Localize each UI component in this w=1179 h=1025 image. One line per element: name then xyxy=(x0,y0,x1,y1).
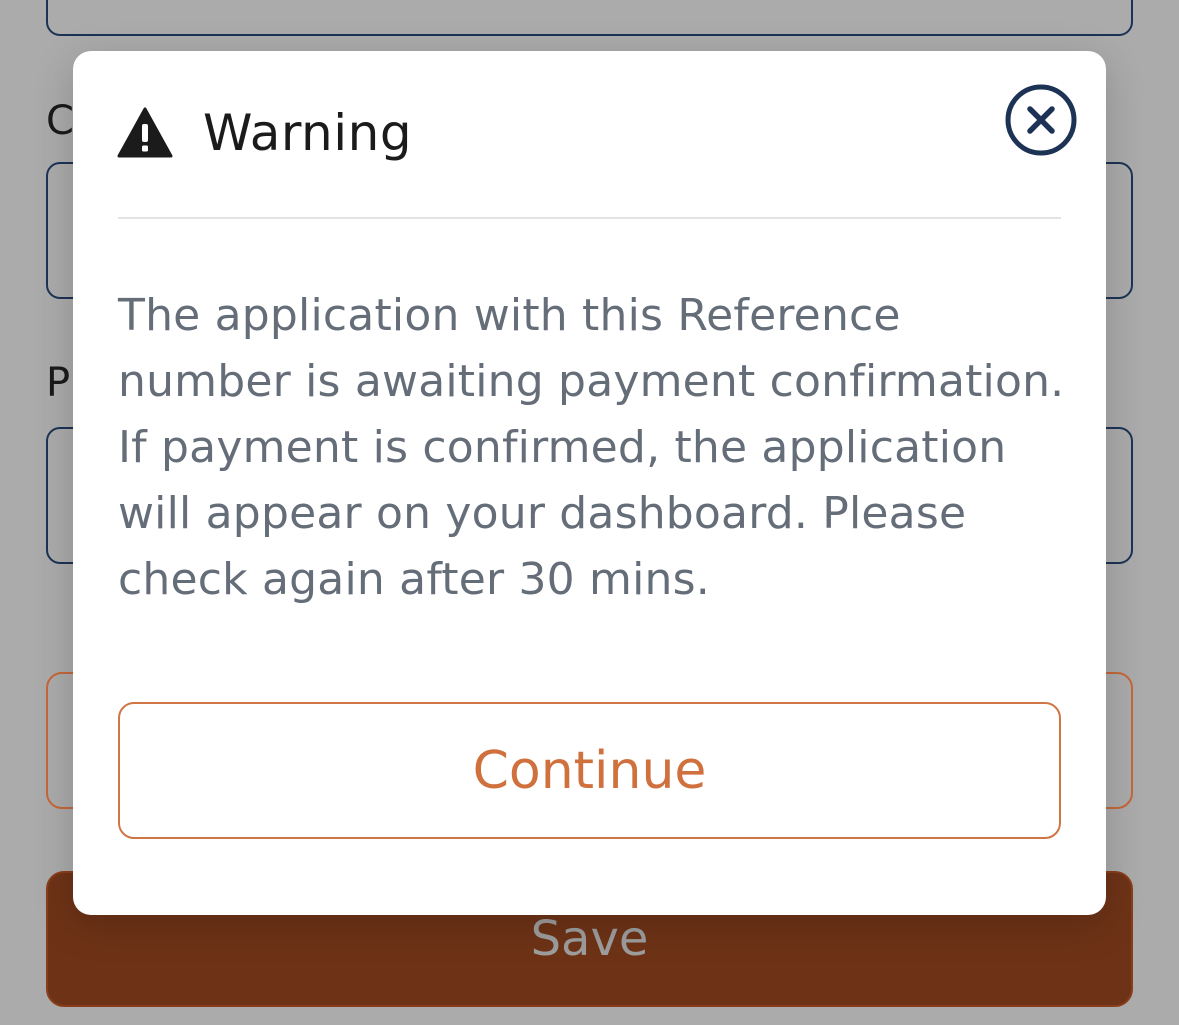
dialog-header: Warning xyxy=(117,93,1062,173)
form-label-1: C xyxy=(46,98,74,144)
close-circle-icon xyxy=(1004,84,1078,161)
warning-triangle-icon xyxy=(117,107,173,159)
form-label-2: P xyxy=(46,360,71,406)
form-field-top[interactable] xyxy=(46,0,1133,36)
screen: C P Save Warning The application with th… xyxy=(0,0,1179,1025)
warning-dialog: Warning The application with this Refere… xyxy=(73,51,1106,915)
continue-button-label: Continue xyxy=(472,740,707,801)
continue-button[interactable]: Continue xyxy=(118,702,1061,839)
close-button[interactable] xyxy=(1004,83,1078,157)
dialog-title: Warning xyxy=(203,104,413,162)
header-divider xyxy=(118,217,1061,219)
save-button-label: Save xyxy=(530,911,649,967)
dialog-message: The application with this Reference numb… xyxy=(118,290,1065,605)
